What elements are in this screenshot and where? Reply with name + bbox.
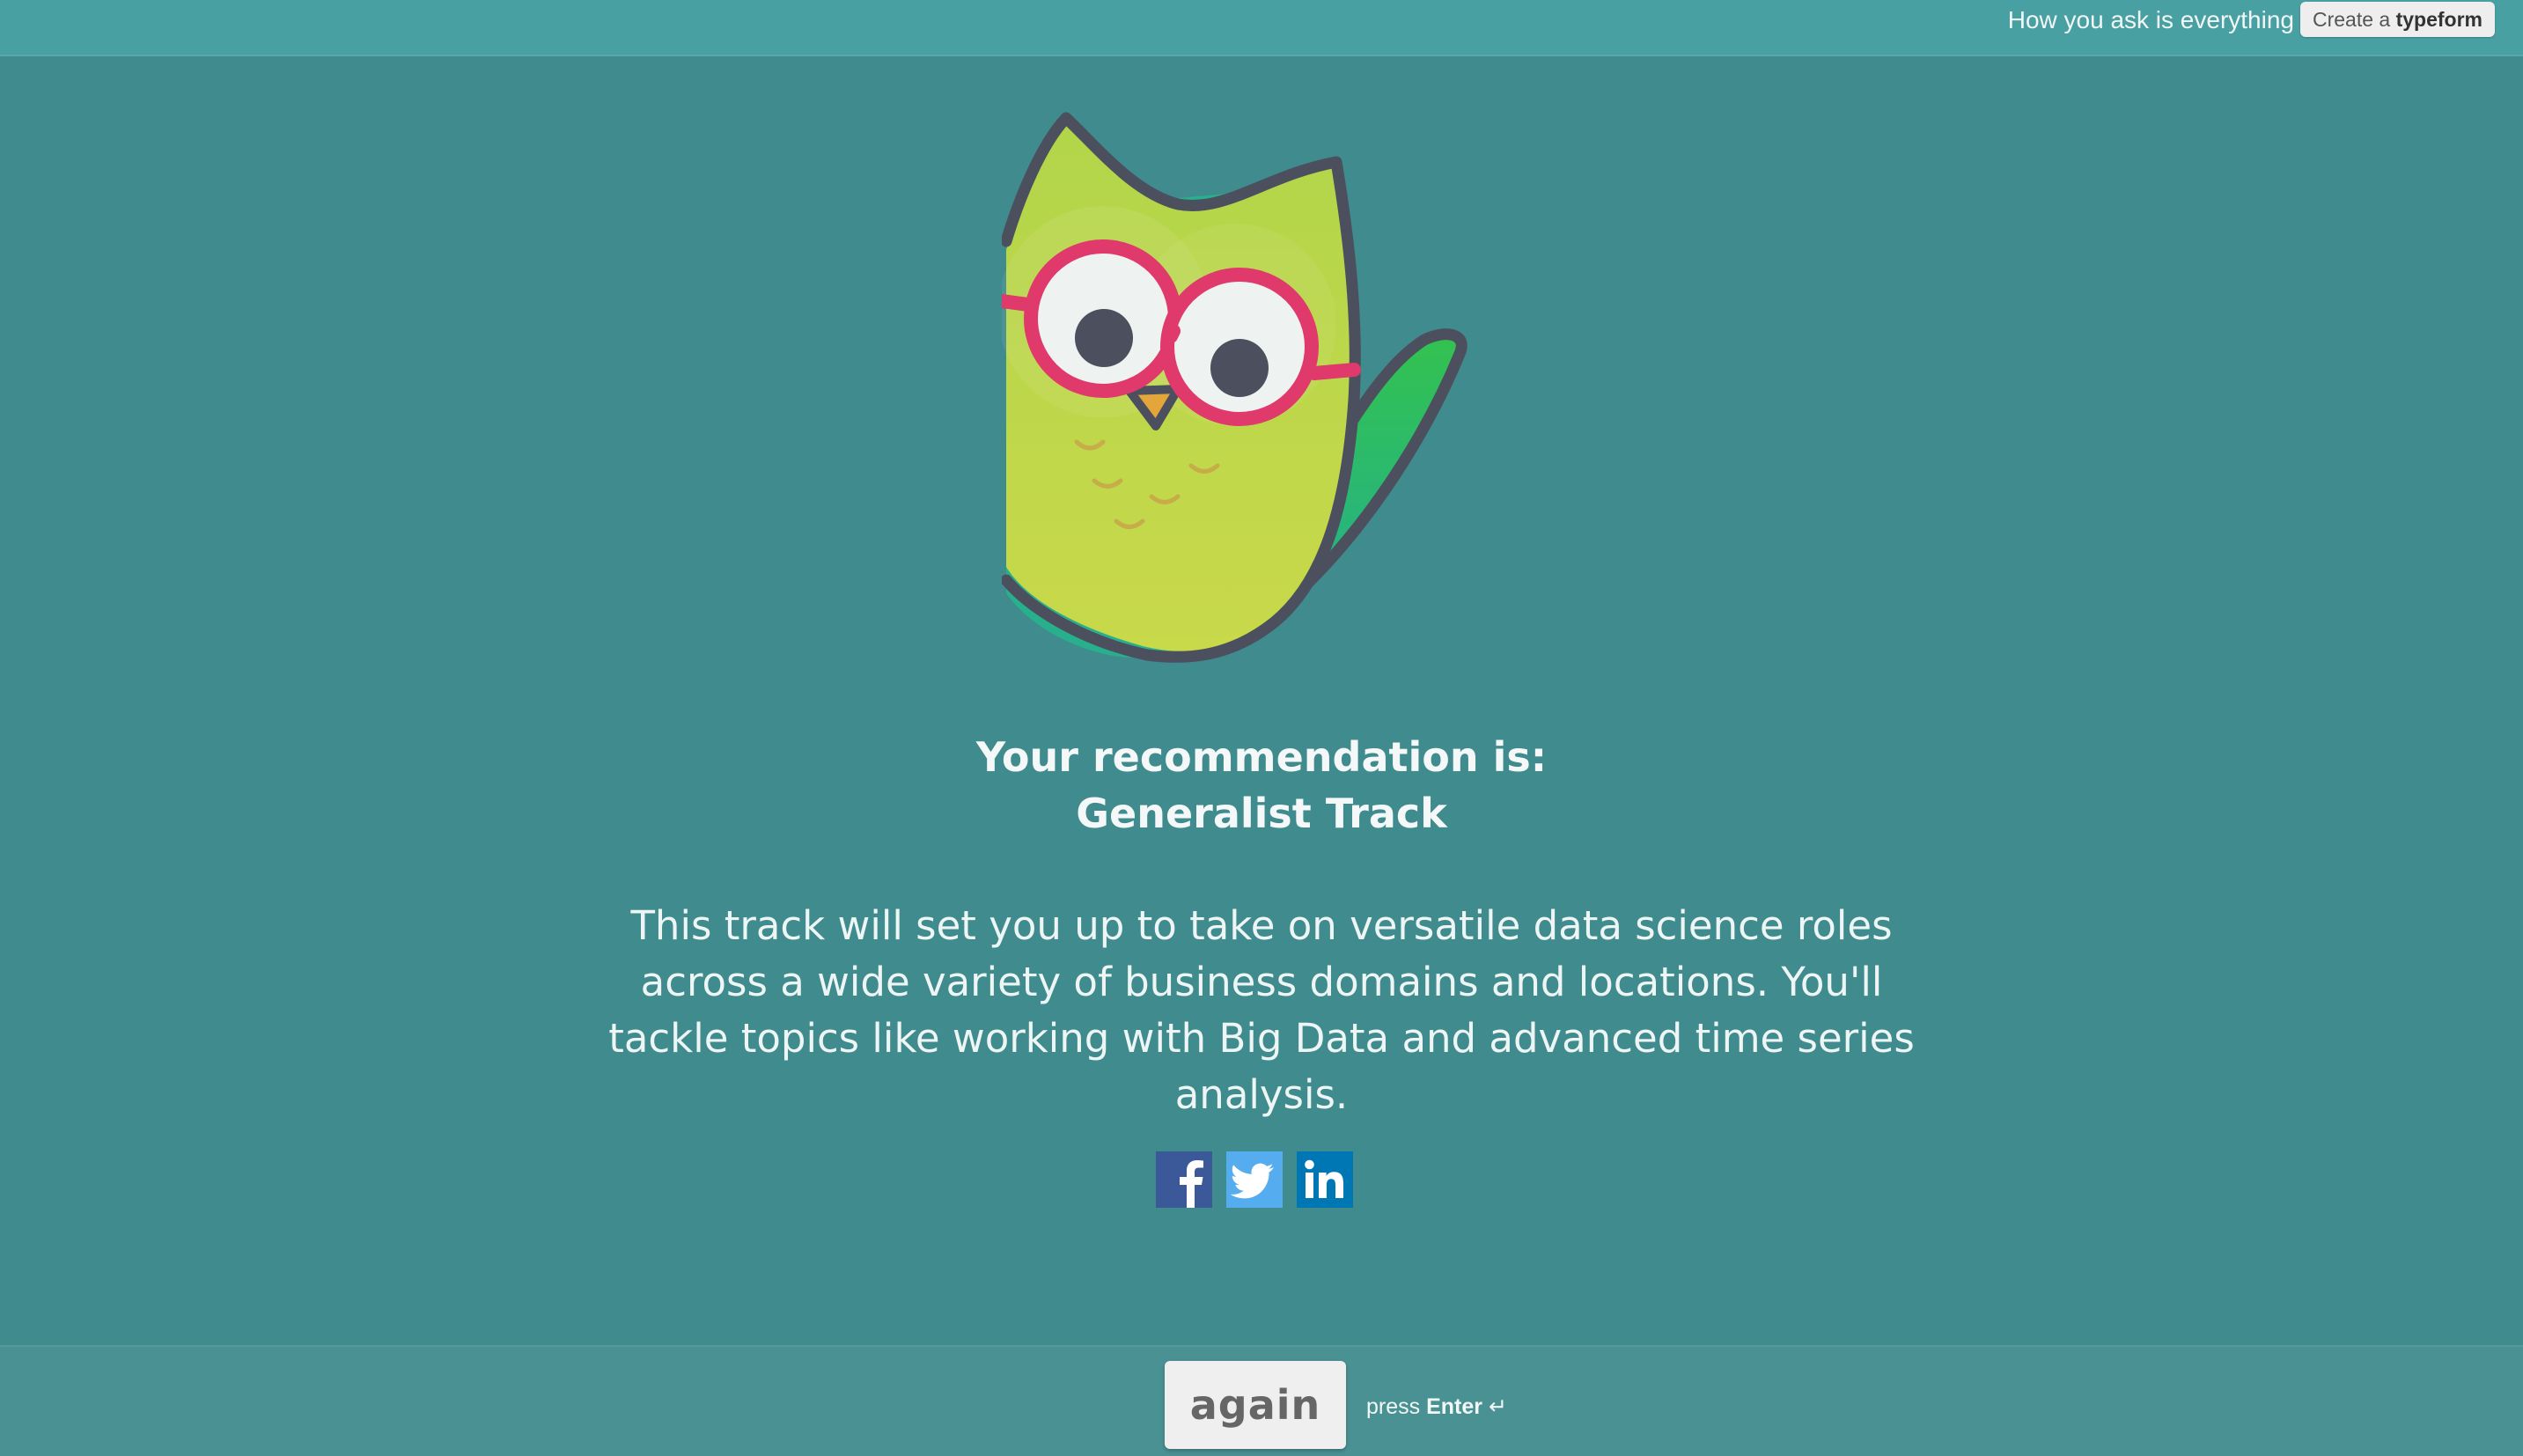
share-twitter-button[interactable] — [1226, 1151, 1283, 1208]
recommendation-title: Your recommendation is: Generalist Track — [557, 729, 1966, 842]
share-buttons — [1156, 1151, 1353, 1208]
share-facebook-button[interactable] — [1156, 1151, 1212, 1208]
page: How you ask is everything Create a typef… — [0, 0, 2523, 1456]
enter-icon: ↵ — [1488, 1394, 1507, 1419]
top-bar: How you ask is everything Create a typef… — [0, 0, 2523, 56]
facebook-icon — [1156, 1151, 1212, 1208]
hint-key: Enter — [1426, 1394, 1482, 1419]
share-linkedin-button[interactable] — [1297, 1151, 1353, 1208]
hint-prefix: press — [1366, 1394, 1421, 1419]
recommendation-track: Generalist Track — [1076, 790, 1447, 837]
create-typeform-button[interactable]: Create a typeform — [2299, 2, 2495, 37]
keyboard-hint: press Enter ↵ — [1366, 1389, 1507, 1424]
bottom-bar: again press Enter ↵ — [0, 1345, 2523, 1456]
tagline: How you ask is everything — [2007, 6, 2294, 33]
track-description: This track will set you up to take on ve… — [608, 902, 1915, 1118]
recommendation-label: Your recommendation is: — [975, 733, 1548, 781]
twitter-icon — [1226, 1151, 1283, 1208]
owl-illustration — [995, 109, 1468, 667]
again-button[interactable]: again — [1165, 1361, 1346, 1449]
linkedin-icon — [1297, 1151, 1353, 1208]
create-prefix: Create a — [2312, 8, 2391, 31]
typeform-brand: typeform — [2395, 8, 2483, 31]
